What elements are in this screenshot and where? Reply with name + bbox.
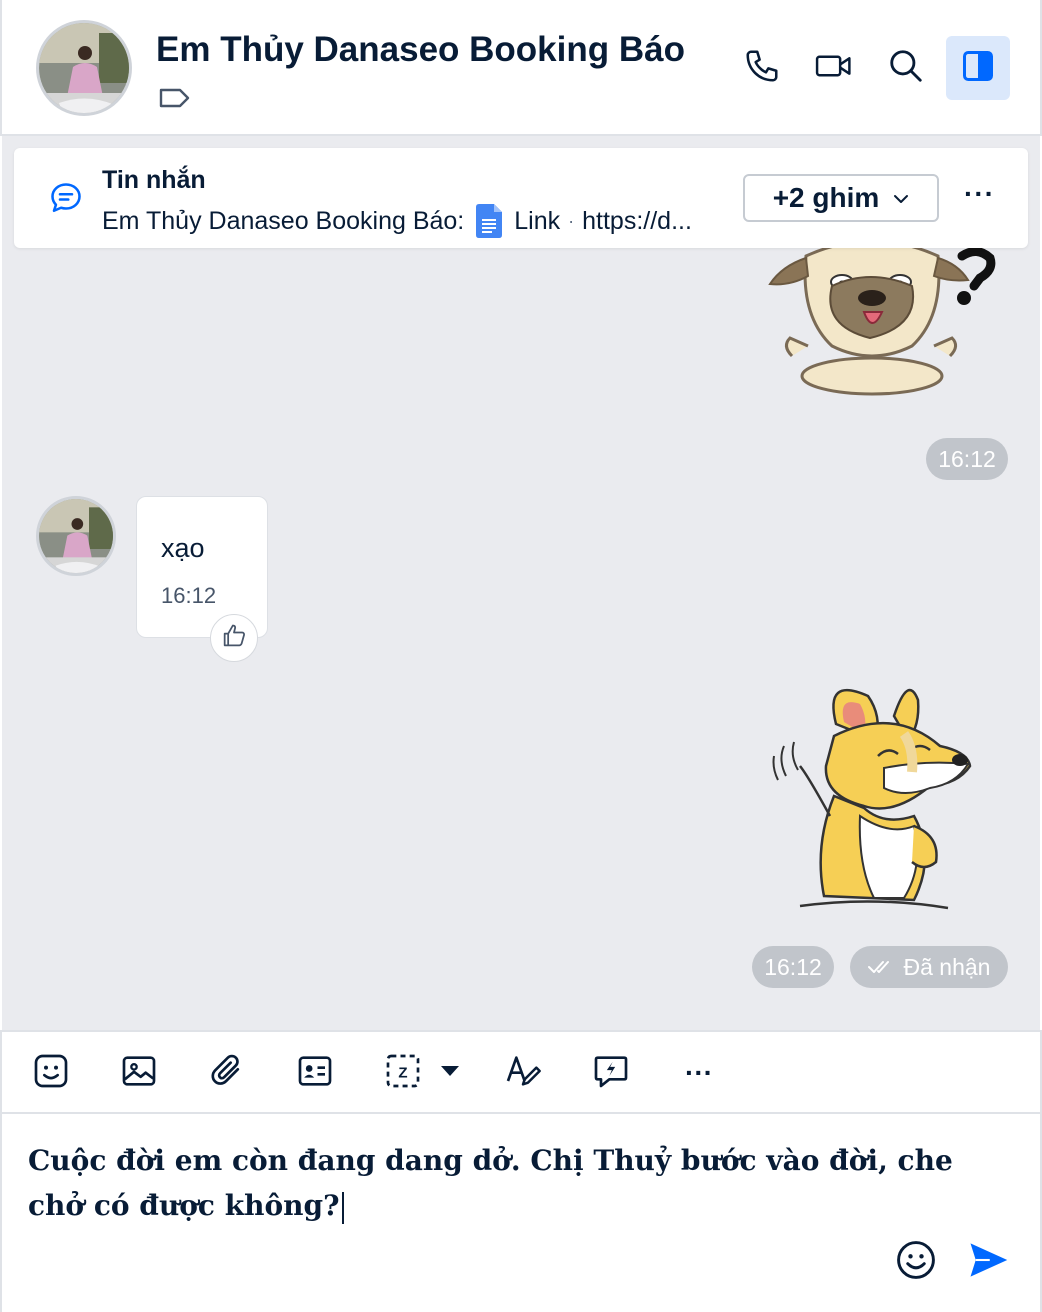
pinned-preview: Em Thủy Danaseo Booking Báo: Link · http… <box>102 204 692 238</box>
reaction-button[interactable] <box>210 614 258 662</box>
emoji-icon <box>894 1238 938 1287</box>
attach-file-button[interactable] <box>202 1048 252 1098</box>
phone-icon <box>743 47 781 90</box>
message-text: xạo <box>161 533 205 563</box>
send-button[interactable] <box>964 1238 1012 1286</box>
composer-toolbar: Z ··· <box>0 1030 1042 1114</box>
sticker-button[interactable] <box>26 1048 76 1098</box>
smug-fox-sticker[interactable] <box>764 676 978 934</box>
pinned-message-bar[interactable]: Tin nhắn Em Thủy Danaseo Booking Báo: Li… <box>14 148 1028 248</box>
quick-message-button[interactable] <box>586 1048 636 1098</box>
pin-options-button[interactable]: ··· <box>964 178 995 210</box>
conversation-title: Em Thủy Danaseo Booking Báo <box>156 30 685 69</box>
more-icon: ··· <box>964 178 995 209</box>
video-call-icon <box>814 47 854 90</box>
pinned-label: Tin nhắn <box>102 166 206 194</box>
pinned-sender: Em Thủy Danaseo Booking Báo: <box>102 206 465 235</box>
message-composer[interactable]: Cuộc đời em còn đang dang dở. Chị Thuỷ b… <box>0 1114 1042 1312</box>
more-pins-button[interactable]: +2 ghim <box>743 174 939 222</box>
chat-header: Em Thủy Danaseo Booking Báo <box>0 0 1042 136</box>
thumbs-up-icon <box>220 622 248 655</box>
message-time: 16:12 <box>926 438 1008 480</box>
pinned-link-label: Link <box>514 206 561 235</box>
toggle-sidebar-button[interactable] <box>946 36 1010 100</box>
screenshot-icon: Z <box>383 1051 423 1096</box>
google-docs-icon <box>476 204 503 238</box>
emoji-button[interactable] <box>892 1238 940 1286</box>
sender-avatar[interactable] <box>36 496 116 576</box>
format-text-button[interactable] <box>498 1048 548 1098</box>
message-bubble-icon <box>48 180 84 216</box>
send-image-button[interactable] <box>114 1048 164 1098</box>
confused-pug-sticker[interactable] <box>762 239 1002 396</box>
image-icon <box>119 1051 159 1096</box>
message-input-text: Cuộc đời em còn đang dang dở. Chị Thuỷ b… <box>28 1144 953 1222</box>
attachment-icon <box>207 1051 247 1096</box>
message-bubble[interactable]: xạo 16:12 <box>136 496 268 638</box>
format-text-icon <box>503 1051 543 1096</box>
message-time: 16:12 <box>161 583 217 608</box>
send-contact-button[interactable] <box>290 1048 340 1098</box>
message-list[interactable]: 16:12 xạo 16:12 16:12 Đã nhận <box>2 136 1040 1030</box>
delivery-status-text: Đã nhận <box>903 953 991 980</box>
text-caret <box>341 1191 344 1224</box>
caret-down-icon <box>440 1064 460 1083</box>
more-pins-label: +2 ghim <box>772 182 880 213</box>
delivery-status: Đã nhận <box>850 946 1008 988</box>
send-icon <box>967 1240 1009 1285</box>
separator-dot: · <box>568 210 575 231</box>
search-button[interactable] <box>874 36 938 100</box>
tag-icon[interactable] <box>158 84 192 112</box>
more-tools-button[interactable]: ··· <box>674 1048 724 1098</box>
sidebar-toggle-icon <box>960 48 996 89</box>
contact-card-icon <box>295 1051 335 1096</box>
svg-text:Z: Z <box>398 1064 407 1081</box>
double-check-icon <box>867 958 894 976</box>
video-call-button[interactable] <box>802 36 866 100</box>
call-button[interactable] <box>730 36 794 100</box>
search-icon <box>887 47 925 90</box>
screenshot-button[interactable]: Z <box>378 1048 428 1098</box>
chevron-down-icon <box>893 188 909 209</box>
message-time: 16:12 <box>752 946 834 988</box>
contact-avatar[interactable] <box>36 20 132 116</box>
pinned-link-url: https://d... <box>582 206 692 235</box>
screenshot-options-button[interactable] <box>430 1048 470 1098</box>
sticker-icon <box>31 1051 71 1096</box>
more-icon: ··· <box>685 1057 713 1088</box>
message-input[interactable]: Cuộc đời em còn đang dang dở. Chị Thuỷ b… <box>28 1138 988 1228</box>
quick-message-icon <box>591 1051 631 1096</box>
